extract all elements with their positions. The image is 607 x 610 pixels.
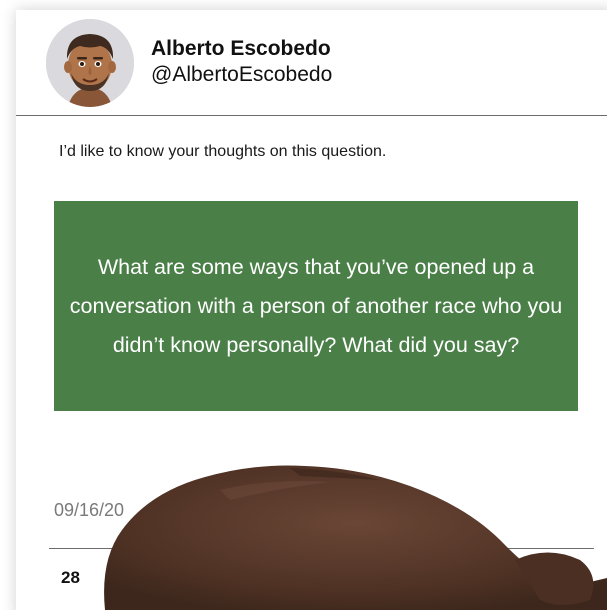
- post-header: Alberto Escobedo @AlbertoEscobedo: [16, 10, 607, 116]
- post-message: I’d like to know your thoughts on this q…: [59, 143, 387, 160]
- avatar[interactable]: [46, 19, 134, 107]
- memoji-avatar-icon: [46, 19, 134, 107]
- question-card: What are some ways that you’ve opened up…: [54, 201, 578, 411]
- author-handle[interactable]: @AlbertoEscobedo: [151, 63, 332, 87]
- footer-divider: [49, 548, 594, 549]
- post-card-content: Alberto Escobedo @AlbertoEscobedo I’d li…: [16, 10, 607, 610]
- post-count: 28: [61, 568, 80, 587]
- post-card: Alberto Escobedo @AlbertoEscobedo I’d li…: [16, 10, 607, 610]
- author-name[interactable]: Alberto Escobedo: [151, 37, 331, 61]
- header-divider: [16, 115, 607, 116]
- post-date: 09/16/20: [54, 500, 125, 520]
- question-text: What are some ways that you’ve opened up…: [69, 254, 563, 357]
